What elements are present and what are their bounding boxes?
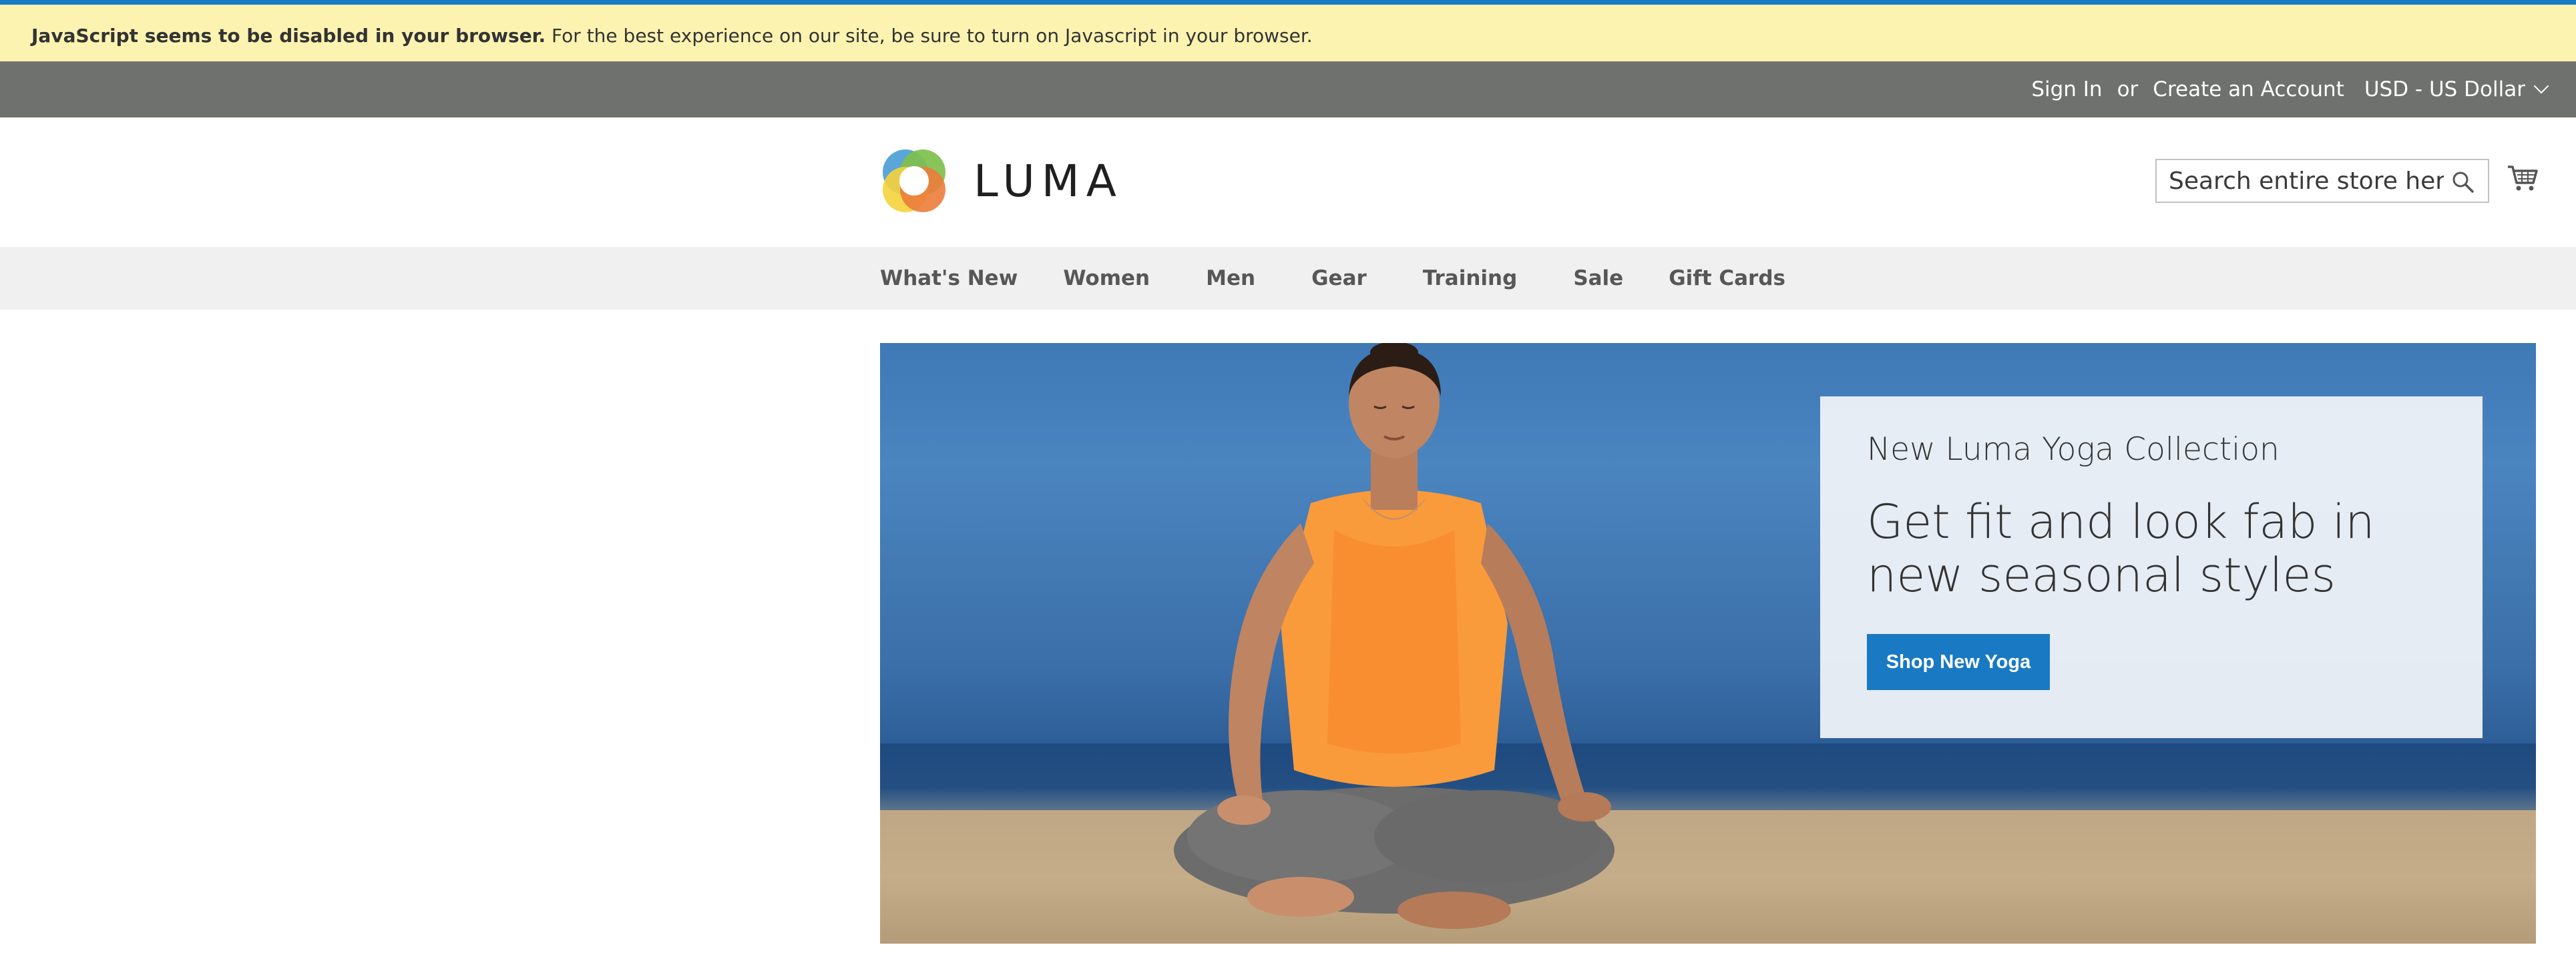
nav-item-women[interactable]: Women [1063,266,1150,290]
promo-panel: New Luma Yoga Collection Get fit and loo… [1820,396,2483,738]
notice-text: For the best experience on our site, be … [546,25,1313,47]
nav-item-whats-new[interactable]: What's New [880,266,1018,290]
create-account-link[interactable]: Create an Account [2153,77,2344,101]
search-input[interactable] [2157,160,2444,202]
nav-items: What's New Women Men Gear Training Sale … [880,247,1785,310]
top-panel: Sign In or Create an Account USD - US Do… [0,61,2576,117]
notice-message: JavaScript seems to be disabled in your … [31,25,1313,47]
nav-item-gear[interactable]: Gear [1311,266,1367,290]
logo-text: LUMA [974,155,1123,207]
promo-subtitle: New Luma Yoga Collection [1867,431,2280,468]
main-navigation: What's New Women Men Gear Training Sale … [0,247,2576,310]
site-header: LUMA [0,117,2576,247]
luma-logo-icon [883,149,945,212]
logo[interactable]: LUMA [880,147,1123,215]
hero-banner[interactable]: New Luma Yoga Collection Get fit and loo… [880,343,2536,944]
currency-label: USD - US Dollar [2364,77,2525,101]
yoga-woman-image [1174,343,1615,929]
javascript-disabled-notice: JavaScript seems to be disabled in your … [0,0,2576,61]
search-box [2155,159,2489,203]
search-icon[interactable] [2452,171,2475,194]
nav-item-training[interactable]: Training [1423,266,1518,290]
sign-in-link[interactable]: Sign In [2031,77,2102,101]
nav-item-sale[interactable]: Sale [1573,266,1623,290]
promo-title: Get fit and look fab in new seasonal sty… [1867,495,2375,603]
nav-item-gift-cards[interactable]: Gift Cards [1669,266,1785,290]
shop-new-yoga-button[interactable]: Shop New Yoga [1867,634,2050,690]
cart-icon[interactable] [2507,163,2539,192]
or-separator: or [2117,77,2139,101]
nav-item-men[interactable]: Men [1206,266,1255,290]
notice-bold-text: JavaScript seems to be disabled in your … [31,25,546,47]
chevron-down-icon [2533,78,2549,94]
account-links: Sign In or Create an Account USD - US Do… [2031,73,2549,105]
currency-switcher[interactable]: USD - US Dollar [2364,77,2549,101]
